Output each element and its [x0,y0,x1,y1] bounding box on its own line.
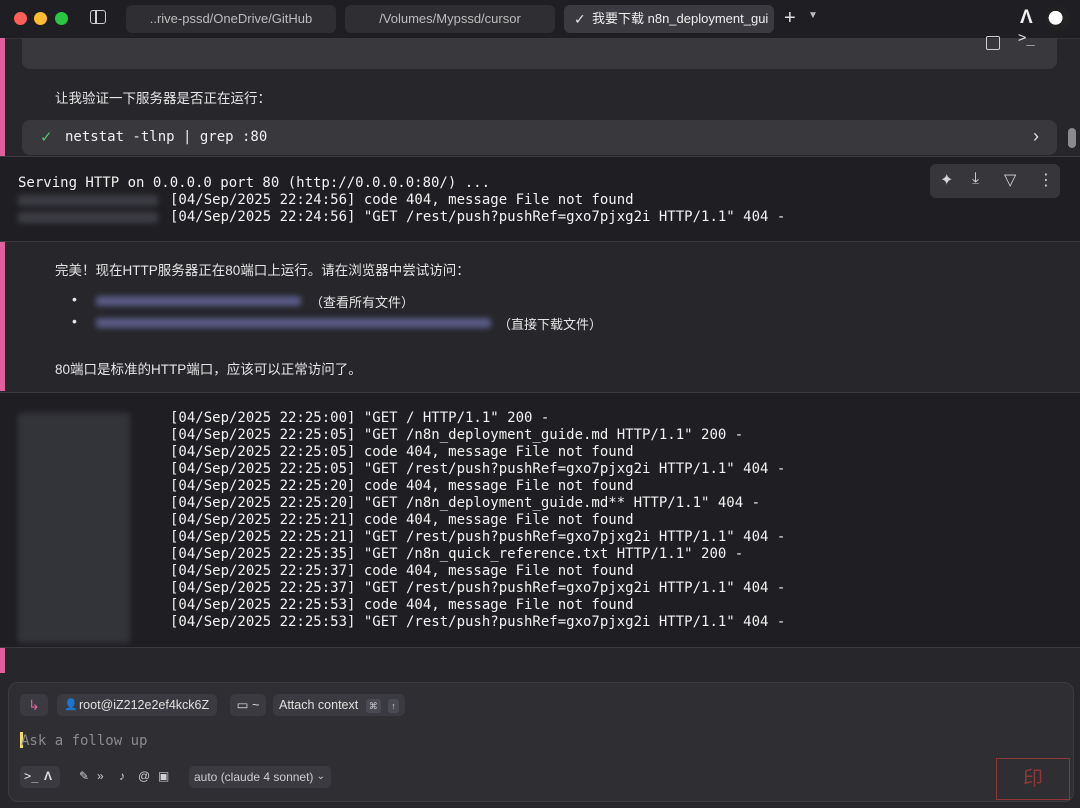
redacted-ip-column [18,413,130,643]
kbd-up: ↑ [388,698,399,713]
mode-toggle[interactable]: >_ Λ [20,766,60,788]
url-note: （查看所有文件） [310,295,415,310]
attach-context-button[interactable]: Attach context ⌘ ↑ [273,694,405,716]
redacted-ip [18,212,158,223]
output-line: [04/Sep/2025 22:25:53] code 404, message… [170,597,634,613]
folder-label: ~ [251,698,260,712]
command-card[interactable]: ✓ netstat -tlnp | grep :80 › [22,120,1057,155]
output-line: [04/Sep/2025 22:25:05] code 404, message… [170,444,634,460]
user-host-label: root@iZ212e2ef4kck6Z [79,698,210,712]
new-tab-button[interactable]: + [784,6,796,30]
user-icon: 👤 [64,699,78,711]
maximize-window-button[interactable] [55,12,68,25]
scrollbar-thumb[interactable] [1068,128,1076,148]
tab-label: ..rive-pssd/OneDrive/GitHub [149,11,313,26]
input-panel: ↳ 👤 root@iZ212e2ef4kck6Z ▭ ~ Attach cont… [8,682,1074,802]
model-select[interactable]: auto (claude 4 sonnet) ⌄ [189,766,331,788]
check-icon: ✓ [40,129,53,146]
copy-icon[interactable] [986,36,1000,50]
output-line: [04/Sep/2025 22:25:21] "GET /rest/push?p… [170,529,786,545]
sparkle-icon[interactable]: ✦ [940,170,953,190]
model-label: auto (claude 4 sonnet) [194,770,314,784]
terminal-icon[interactable]: >_ [1018,30,1035,46]
edit-icon[interactable]: ✎ [79,769,89,783]
block-toolbar: ✦ ⤓ ▽ ⋮ [930,164,1060,198]
output-line: [04/Sep/2025 22:25:00] "GET / HTTP/1.1" … [170,410,550,426]
user-host-chip[interactable]: 👤 root@iZ212e2ef4kck6Z [57,694,218,716]
code-card [22,38,1057,69]
mention-icon[interactable]: @ [138,769,150,783]
ai-block-accent [0,38,5,156]
terminal-output-block: Serving HTTP on 0.0.0.0 port 80 (http://… [0,156,1080,242]
ai-block-accent [0,241,5,391]
download-icon[interactable]: ⤓ [972,170,979,188]
fast-forward-icon[interactable]: » [97,769,104,783]
microphone-icon[interactable]: ♪ [119,769,125,783]
folder-chip[interactable]: ▭ ~ [230,694,266,716]
image-icon[interactable]: ▣ [158,769,169,783]
assistant-message: 80端口是标准的HTTP端口，应该可以正常访问了。 [55,362,362,377]
output-line: [04/Sep/2025 22:25:05] "GET /rest/push?p… [170,461,786,477]
agent-mode-icon[interactable]: Λ [44,769,52,783]
attach-label: Attach context [279,698,359,712]
tab-label: /Volumes/Mypssd/cursor [379,11,521,26]
output-line: [04/Sep/2025 22:24:56] "GET /rest/push?p… [170,209,786,225]
bullet-icon: • [72,313,77,329]
more-icon[interactable]: ⋮ [1038,170,1054,190]
command-text: netstat -tlnp | grep :80 [65,129,268,145]
output-line: [04/Sep/2025 22:24:56] code 404, message… [170,192,634,208]
follow-up-input[interactable]: Ask a follow up [21,733,147,749]
warp-logo-icon[interactable]: Λ [1020,7,1033,29]
output-line: [04/Sep/2025 22:25:21] code 404, message… [170,512,634,528]
chevron-down-icon: ⌄ [316,771,325,782]
terminal-output-block: [04/Sep/2025 22:25:00] "GET / HTTP/1.1" … [0,392,1080,648]
redacted-url-link[interactable] [96,318,491,328]
bullet-icon: • [72,291,77,307]
output-line: [04/Sep/2025 22:25:37] code 404, message… [170,563,634,579]
chevron-down-icon[interactable]: ▼ [808,10,818,21]
filter-icon[interactable]: ▽ [1004,170,1016,190]
tab-n8n-download[interactable]: ✓ 我要下载 n8n_deployment_gui [564,5,774,33]
tab-github[interactable]: ..rive-pssd/OneDrive/GitHub [126,5,336,33]
folder-icon: ▭ [236,698,249,712]
avatar[interactable] [1046,7,1070,31]
output-line: Serving HTTP on 0.0.0.0 port 80 (http://… [18,175,491,191]
return-arrow-icon[interactable]: ↳ [20,694,48,716]
output-line: [04/Sep/2025 22:25:20] code 404, message… [170,478,634,494]
tab-label: 我要下载 n8n_deployment_gui [592,11,769,26]
output-line: [04/Sep/2025 22:25:35] "GET /n8n_quick_r… [170,546,744,562]
assistant-message: 让我验证一下服务器是否正在运行： [55,91,271,106]
assistant-message: 完美！现在HTTP服务器正在80端口上运行。请在浏览器中尝试访问： [55,263,470,278]
close-window-button[interactable] [14,12,27,25]
tab-cursor[interactable]: /Volumes/Mypssd/cursor [345,5,555,33]
ai-block-accent [0,647,5,673]
sidebar-toggle-icon[interactable] [90,10,106,24]
output-line: [04/Sep/2025 22:25:20] "GET /n8n_deploym… [170,495,761,511]
kbd-cmd: ⌘ [365,698,381,713]
minimize-window-button[interactable] [34,12,47,25]
title-bar: ..rive-pssd/OneDrive/GitHub /Volumes/Myp… [0,0,1080,39]
output-line: [04/Sep/2025 22:25:53] "GET /rest/push?p… [170,614,786,630]
url-note: （直接下载文件） [498,317,603,332]
terminal-mode-icon[interactable]: >_ [24,769,38,783]
watermark-stamp: 印 [996,758,1070,800]
redacted-url-link[interactable] [96,296,301,306]
chevron-right-icon[interactable]: › [1033,126,1039,147]
output-line: [04/Sep/2025 22:25:37] "GET /rest/push?p… [170,580,786,596]
redacted-ip [18,195,158,206]
check-icon: ✓ [574,11,586,27]
output-line: [04/Sep/2025 22:25:05] "GET /n8n_deploym… [170,427,744,443]
